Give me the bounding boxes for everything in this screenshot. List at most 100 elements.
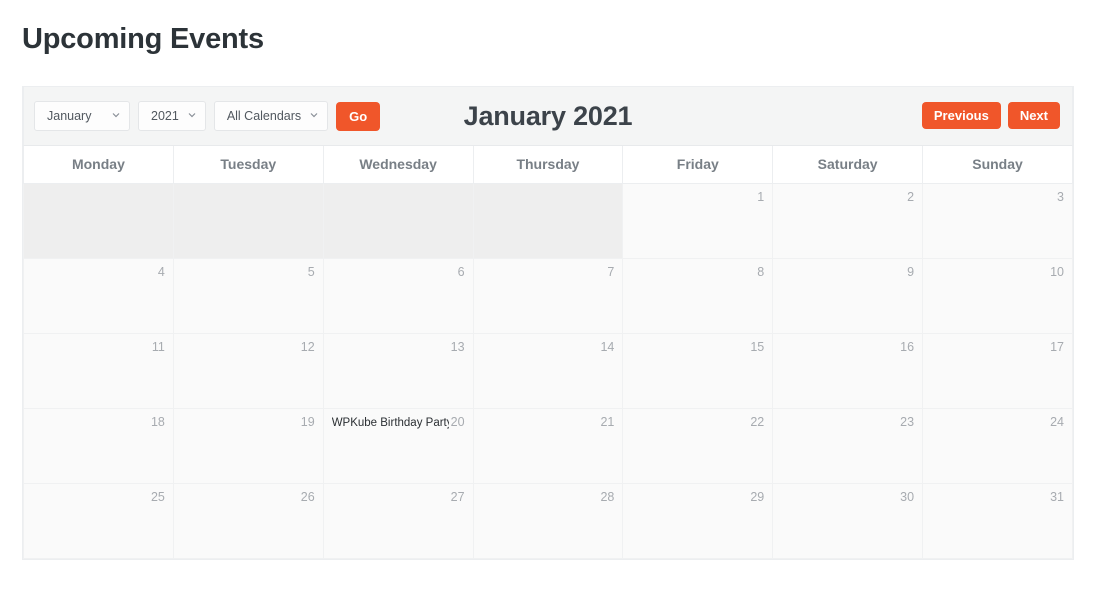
calendar-day-cell[interactable]: 24	[922, 407, 1073, 484]
day-number: 29	[750, 489, 765, 504]
day-cell-header: 12	[182, 340, 315, 355]
calendar-day-cell[interactable]: 8	[622, 257, 774, 334]
day-cell-header: 17	[931, 340, 1064, 355]
day-number: 13	[450, 339, 465, 354]
calendar-day-cell[interactable]: 10	[922, 257, 1073, 334]
calendar-day-cell-empty	[472, 182, 624, 259]
day-cell-header: 27	[332, 490, 465, 505]
calendar-day-cell[interactable]: 17	[922, 332, 1073, 409]
weekday-header-tuesday: Tuesday	[172, 146, 324, 184]
day-cell-header: 15	[631, 340, 764, 355]
calendar-body: 1 2 3 4 5 6 7 8 9 10 11 12 13 14 15 16 17 18 19 WPKube Birt…	[23, 182, 1073, 559]
calendar-day-cell[interactable]: 4	[23, 257, 174, 334]
calendar-day-cell[interactable]: 18	[23, 407, 174, 484]
day-number: 8	[757, 264, 765, 279]
calendar-day-cell[interactable]: 5	[172, 257, 324, 334]
calendar-day-cell[interactable]: 2	[772, 182, 924, 259]
month-select-value: January	[47, 109, 92, 123]
calendar-day-cell[interactable]: 31	[922, 482, 1073, 559]
day-number: 28	[600, 489, 615, 504]
day-cell-header: 1	[631, 190, 764, 205]
day-number: 11	[151, 339, 165, 354]
calendar-grid: Monday Tuesday Wednesday Thursday Friday Satu…	[23, 146, 1073, 559]
calendar-day-cell[interactable]: 30	[772, 482, 924, 559]
day-cell-header: 8	[631, 265, 764, 280]
calendar-day-cell[interactable]: 23	[772, 407, 924, 484]
calendar-day-cell[interactable]: 22	[622, 407, 774, 484]
day-cell-header: 16	[781, 340, 914, 355]
day-cell-header: 22	[631, 415, 764, 430]
calendar-day-cell[interactable]: 29	[622, 482, 774, 559]
day-cell-header: 31	[931, 490, 1064, 505]
calendar-day-cell[interactable]: 15	[622, 332, 774, 409]
day-cell-header: 3	[931, 190, 1064, 205]
calendar-day-cell-empty	[23, 182, 174, 259]
calendar-day-cell[interactable]: 21	[472, 407, 624, 484]
calendar-day-cell[interactable]: 1	[622, 182, 774, 259]
day-cell-header: 23	[781, 415, 914, 430]
year-select[interactable]: 2021	[138, 101, 206, 131]
day-cell-header: 4	[32, 265, 165, 280]
day-cell-header: 28	[482, 489, 615, 505]
day-number: 20	[450, 414, 465, 429]
day-cell-header: 19	[182, 415, 315, 430]
day-number: 31	[1050, 489, 1064, 504]
calendar-toolbar: January 2021 All Calendars Go January 20…	[23, 86, 1073, 146]
day-number: 17	[1050, 339, 1064, 354]
previous-button[interactable]: Previous	[921, 102, 1001, 129]
calendar-day-cell[interactable]: 14	[472, 332, 624, 409]
day-cell-header: 29	[631, 490, 764, 505]
weekday-header-wednesday: Wednesday	[322, 146, 474, 184]
next-button[interactable]: Next	[1007, 102, 1060, 129]
day-number: 18	[150, 414, 165, 429]
calendar-source-select[interactable]: All Calendars	[213, 101, 329, 131]
day-number: 21	[600, 414, 615, 429]
month-select[interactable]: January	[34, 101, 130, 131]
calendar-day-cell[interactable]: 27	[322, 482, 474, 559]
calendar-week-row: 1 2 3	[23, 182, 1073, 259]
calendar-event[interactable]: WPKube Birthday Party	[332, 415, 449, 431]
day-cell-header: 24	[931, 415, 1064, 430]
day-number: 10	[1050, 264, 1064, 279]
calendar-week-row: 25 26 27 28 29 30 31	[23, 482, 1073, 559]
weekday-header-friday: Friday	[622, 146, 774, 184]
page-title: Upcoming Events	[22, 23, 264, 55]
go-button[interactable]: Go	[336, 101, 381, 131]
calendar-day-cell[interactable]: 11	[23, 332, 174, 409]
calendar-day-cell[interactable]: 9	[772, 257, 924, 334]
calendar-day-cell[interactable]: 25	[23, 482, 174, 559]
calendar-day-cell-empty	[322, 182, 474, 259]
day-cell-header: 5	[182, 265, 315, 280]
calendar-day-cell[interactable]: 3	[922, 182, 1073, 259]
calendar-day-cell[interactable]: 13	[322, 332, 474, 409]
calendar-source-select-value: All Calendars	[226, 109, 302, 123]
calendar-day-cell[interactable]: 12	[172, 332, 324, 409]
calendar-day-cell[interactable]: 19	[172, 407, 324, 484]
calendar-day-cell[interactable]: 26	[172, 482, 324, 559]
day-number: 22	[750, 414, 765, 429]
calendar-navigation: Previous Next	[921, 102, 1060, 129]
day-number: 24	[1050, 414, 1064, 429]
day-number: 7	[607, 264, 615, 279]
day-number: 3	[1057, 189, 1064, 204]
calendar-day-cell[interactable]: WPKube Birthday Party 20	[322, 407, 474, 484]
calendar-week-row: 18 19 WPKube Birthday Party 20 21 22 23 24	[23, 407, 1073, 484]
day-cell-header: 11	[32, 340, 165, 355]
calendar-day-cell[interactable]: 28	[472, 482, 624, 559]
day-number: 16	[900, 339, 915, 354]
day-number: 19	[300, 414, 315, 429]
day-number: 23	[900, 414, 915, 429]
calendar-day-cell[interactable]: 7	[472, 257, 624, 334]
day-cell-header: 14	[482, 339, 615, 355]
calendar-day-cell[interactable]: 6	[322, 257, 474, 334]
day-number: 1	[757, 189, 765, 204]
chevron-down-icon	[112, 111, 120, 119]
day-cell-header: 21	[482, 414, 615, 430]
year-select-value: 2021	[151, 109, 179, 123]
day-number: 14	[600, 339, 615, 354]
day-cell-header: 30	[781, 490, 914, 505]
day-number: 4	[157, 264, 165, 279]
day-number: 25	[150, 489, 165, 504]
day-number: 30	[900, 489, 915, 504]
calendar-day-cell[interactable]: 16	[772, 332, 924, 409]
